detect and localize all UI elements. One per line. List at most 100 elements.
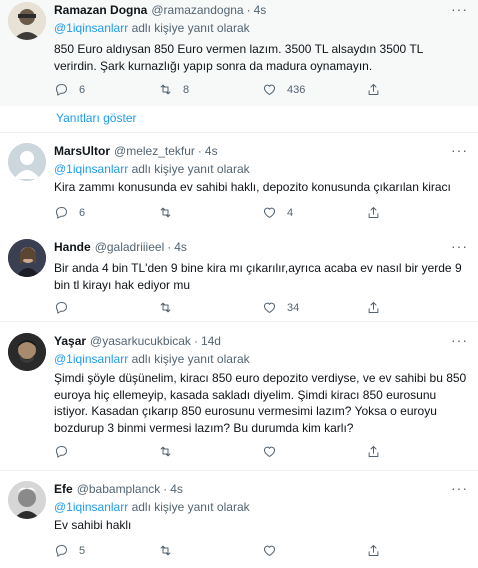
like-count: 4 [287,206,294,219]
mention-link[interactable]: @1iqinsanlarr [54,352,128,366]
display-name[interactable]: MarsUltor [54,144,110,159]
separator: · [163,482,168,496]
reply-count: 5 [79,544,86,557]
retweet-button[interactable] [158,300,262,315]
reply-button[interactable]: 5 [54,543,158,558]
share-button[interactable] [366,300,386,315]
reply-button[interactable]: 6 [54,205,158,220]
tweet-text: Bir anda 4 bin TL'den 9 bine kira mı çık… [54,261,462,292]
retweet-button[interactable] [158,205,262,220]
timestamp[interactable]: 14d [201,334,221,349]
heart-icon [263,207,276,218]
mention-link[interactable]: @1iqinsanlarr [54,21,128,35]
like-button[interactable] [262,444,366,459]
share-icon [368,207,379,218]
reply-icon [56,302,67,314]
like-count: 34 [287,301,300,314]
retweet-icon [160,207,171,218]
tweet-text: Şimdi şöyle düşünelim, kiracı 850 euro d… [54,371,467,435]
separator: · [246,3,251,17]
display-name[interactable]: Hande [54,240,91,255]
timestamp[interactable]: 4s [170,482,183,497]
more-options-icon[interactable]: ··· [451,239,468,253]
more-options-icon[interactable]: ··· [451,2,468,16]
reply-context-label: adlı kişiye yanıt olarak [131,162,250,176]
reply-context: @1iqinsanlarr adlı kişiye yanıt olarak [54,351,468,367]
timestamp[interactable]: 4s [174,240,187,255]
avatar[interactable] [8,143,46,181]
retweet-icon [160,302,171,313]
share-icon [368,446,379,457]
heart-icon [263,302,276,313]
like-button[interactable] [262,543,366,558]
tweet-text: Kira zammı konusunda ev sahibi haklı, de… [54,180,451,194]
share-button[interactable] [366,82,386,97]
more-options-icon[interactable]: ··· [451,481,468,495]
reply-button[interactable] [54,300,158,315]
avatar[interactable] [8,481,46,519]
mention-link[interactable]: @1iqinsanlarr [54,162,128,176]
reply-icon [56,446,67,458]
retweet-icon [160,84,171,95]
avatar[interactable] [8,239,46,277]
more-options-icon[interactable]: ··· [451,333,468,347]
more-options-icon[interactable]: ··· [451,143,468,157]
retweet-button[interactable] [158,444,262,459]
separator: · [197,144,202,158]
share-button[interactable] [366,543,386,558]
reply-context: @1iqinsanlarr adlı kişiye yanıt olarak [54,499,468,515]
retweet-icon [160,446,171,457]
tweet[interactable]: MarsUltor @melez_tekfur · 4s ··· @1iqins… [0,133,478,228]
like-button[interactable]: 4 [262,205,366,220]
heart-icon [263,446,276,457]
avatar[interactable] [8,2,46,40]
retweet-button[interactable]: 8 [158,82,262,97]
reply-count: 6 [79,206,86,219]
reply-count: 6 [79,83,86,96]
retweet-count: 8 [183,83,190,96]
tweet[interactable]: Ramazan Dogna @ramazandogna · 4s ··· @1i… [0,0,478,106]
user-handle[interactable]: @ramazandogna [151,3,243,18]
show-replies-link[interactable]: Yanıtları göster [56,111,136,125]
tweet[interactable]: Efe @babamplanck · 4s ··· @1iqinsanlarr … [0,471,478,568]
user-handle[interactable]: @babamplanck [77,482,161,497]
reply-context: @1iqinsanlarr adlı kişiye yanıt olarak [54,161,468,177]
separator: · [193,334,198,348]
display-name[interactable]: Efe [54,482,73,497]
reply-context-label: adlı kişiye yanıt olarak [131,21,250,35]
tweet-text: Ev sahibi haklı [54,518,132,532]
display-name[interactable]: Ramazan Dogna [54,3,147,18]
reply-context: @1iqinsanlarr adlı kişiye yanıt olarak [54,20,468,36]
avatar[interactable] [8,333,46,371]
mention-link[interactable]: @1iqinsanlarr [54,500,128,514]
reply-context-label: adlı kişiye yanıt olarak [131,500,250,514]
share-button[interactable] [366,205,386,220]
retweet-icon [160,545,171,556]
heart-icon [263,545,276,556]
reply-button[interactable]: 6 [54,82,158,97]
tweet[interactable]: Yaşar @yasarkucukbicak · 14d ··· @1iqins… [0,322,478,458]
share-icon [368,84,379,95]
share-icon [368,302,379,313]
user-handle[interactable]: @yasarkucukbicak [90,334,191,349]
reply-icon [56,545,67,557]
user-handle[interactable]: @galadriiieel [95,240,165,255]
separator: · [167,240,172,254]
timestamp[interactable]: 4s [205,144,218,159]
reply-context-label: adlı kişiye yanıt olarak [131,352,250,366]
share-icon [368,545,379,556]
reply-icon [56,207,67,219]
heart-icon [263,84,276,95]
share-button[interactable] [366,444,386,459]
display-name[interactable]: Yaşar [54,334,86,349]
timestamp[interactable]: 4s [254,3,267,18]
tweet-text: 850 Euro aldıysan 850 Euro vermen lazım.… [54,42,423,73]
reply-icon [56,84,67,96]
like-button[interactable]: 436 [262,82,366,97]
like-button[interactable]: 34 [262,300,366,315]
reply-button[interactable] [54,444,158,459]
user-handle[interactable]: @melez_tekfur [114,144,195,159]
retweet-button[interactable] [158,543,262,558]
like-count: 436 [287,83,306,96]
tweet[interactable]: Hande @galadriiieel · 4s ··· Bir anda 4 … [0,228,478,320]
